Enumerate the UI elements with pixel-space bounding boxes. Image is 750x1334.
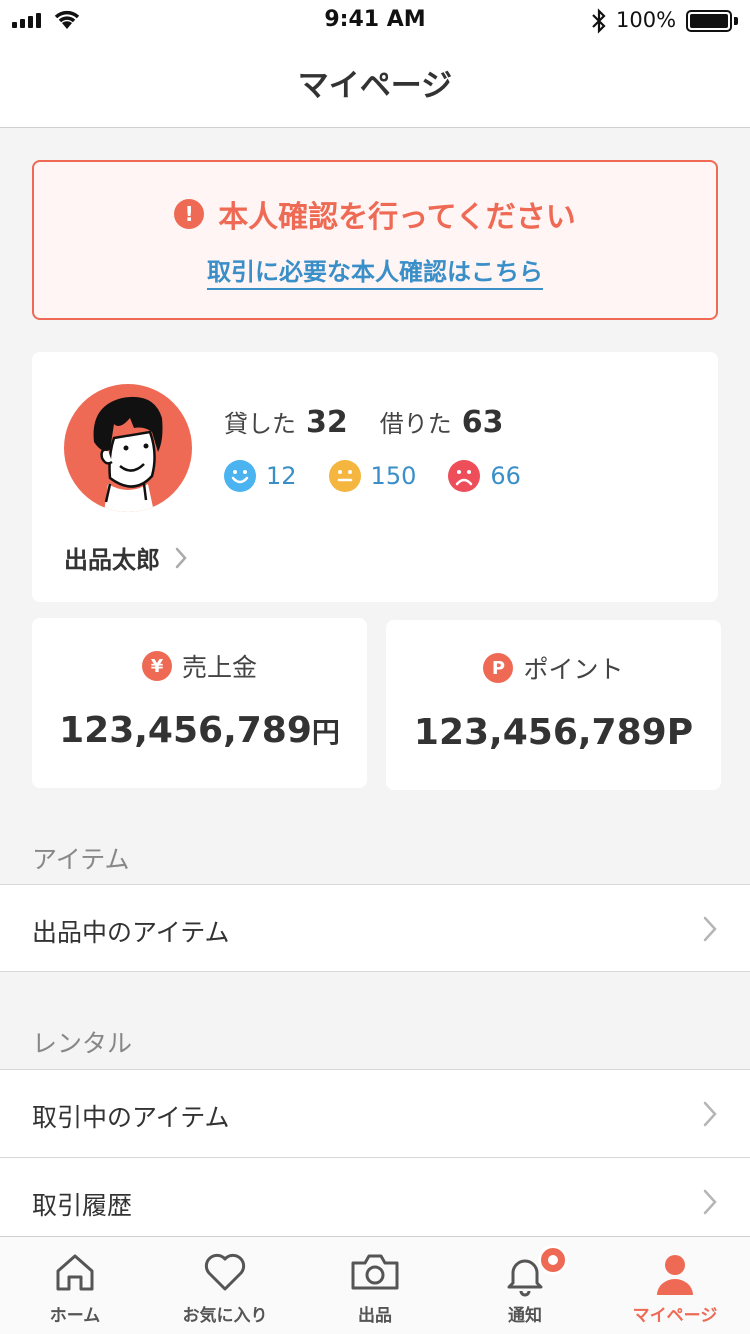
chevron-right-icon bbox=[703, 916, 717, 942]
list-item-label: 出品中のアイテム bbox=[32, 918, 230, 947]
heart-icon bbox=[204, 1253, 246, 1291]
tab-list-item[interactable]: 出品 bbox=[300, 1237, 450, 1334]
notification-badge bbox=[538, 1245, 568, 1275]
camera-icon bbox=[351, 1254, 399, 1290]
verification-link[interactable]: 取引に必要な本人確認はこちら bbox=[207, 258, 543, 290]
ratings: 12 150 66 bbox=[224, 460, 553, 492]
rating-good: 12 bbox=[224, 460, 297, 492]
lent-count: 32 bbox=[306, 405, 348, 440]
battery-percentage: 100% bbox=[616, 8, 677, 32]
exclamation-icon: ! bbox=[174, 199, 205, 229]
rating-bad-count: 66 bbox=[490, 462, 521, 490]
avatar-illustration bbox=[93, 396, 163, 512]
identity-verification-alert: ! 本人確認を行ってください 取引に必要な本人確認はこちら bbox=[32, 160, 718, 320]
chevron-right-icon bbox=[703, 1189, 717, 1215]
sales-value: 123,456,789 bbox=[59, 710, 312, 751]
status-bar: 9:41 AM 100% bbox=[0, 0, 750, 40]
rating-good-count: 12 bbox=[266, 462, 297, 490]
section-title-rental: レンタル bbox=[32, 1029, 133, 1058]
rating-normal-count: 150 bbox=[370, 462, 417, 490]
avatar[interactable] bbox=[64, 384, 192, 512]
points-value: 123,456,789P bbox=[413, 712, 694, 753]
battery-icon bbox=[686, 10, 732, 32]
lent-label: 貸した bbox=[224, 410, 296, 438]
smile-face-icon bbox=[224, 460, 256, 492]
list-item-transaction-history[interactable]: 取引履歴 bbox=[0, 1157, 750, 1245]
home-icon bbox=[56, 1254, 94, 1291]
points-label: ポイント bbox=[523, 655, 624, 684]
tab-favorites[interactable]: お気に入り bbox=[150, 1237, 300, 1334]
chevron-right-icon bbox=[175, 547, 187, 568]
username: 出品太郎 bbox=[64, 546, 160, 574]
list-item-label: 取引中のアイテム bbox=[32, 1103, 230, 1132]
list-item-active-transactions[interactable]: 取引中のアイテム bbox=[0, 1069, 750, 1157]
rating-normal: 150 bbox=[328, 460, 417, 492]
list-item-label: 取引履歴 bbox=[32, 1191, 133, 1220]
yen-icon: ¥ bbox=[141, 651, 172, 681]
borrowed-label: 借りた bbox=[379, 410, 452, 438]
chevron-right-icon bbox=[703, 1101, 717, 1127]
page-title: マイページ bbox=[297, 68, 453, 104]
points-icon: P bbox=[483, 653, 514, 683]
list-item-listed-items[interactable]: 出品中のアイテム bbox=[0, 884, 750, 972]
bluetooth-icon bbox=[592, 8, 606, 34]
borrowed-count: 63 bbox=[461, 405, 504, 440]
navigation-bar: マイページ bbox=[0, 40, 750, 128]
profile-card: 貸した 32 借りた 63 12 150 66 出品太郎 bbox=[32, 352, 718, 602]
tab-home[interactable]: ホーム bbox=[0, 1237, 150, 1334]
tab-mypage[interactable]: マイページ bbox=[600, 1237, 750, 1334]
section-title-items: アイテム bbox=[32, 845, 130, 874]
sales-card[interactable]: ¥ 売上金 123,456,789円 bbox=[32, 618, 367, 788]
rating-bad: 66 bbox=[448, 460, 521, 492]
tab-notifications[interactable]: 通知 bbox=[450, 1237, 600, 1334]
rental-stats: 貸した 32 借りた 63 bbox=[224, 404, 504, 440]
neutral-face-icon bbox=[328, 460, 361, 492]
profile-link[interactable]: 出品太郎 bbox=[64, 540, 188, 575]
alert-title: 本人確認を行ってください bbox=[218, 200, 576, 235]
sales-unit: 円 bbox=[311, 716, 340, 749]
sad-face-icon bbox=[448, 460, 481, 492]
tab-bar: ホーム お気に入り 出品 通知 マイページ bbox=[0, 1236, 750, 1334]
person-icon bbox=[657, 1255, 693, 1295]
points-card[interactable]: P ポイント 123,456,789P bbox=[386, 620, 721, 790]
sales-label: 売上金 bbox=[181, 653, 257, 682]
